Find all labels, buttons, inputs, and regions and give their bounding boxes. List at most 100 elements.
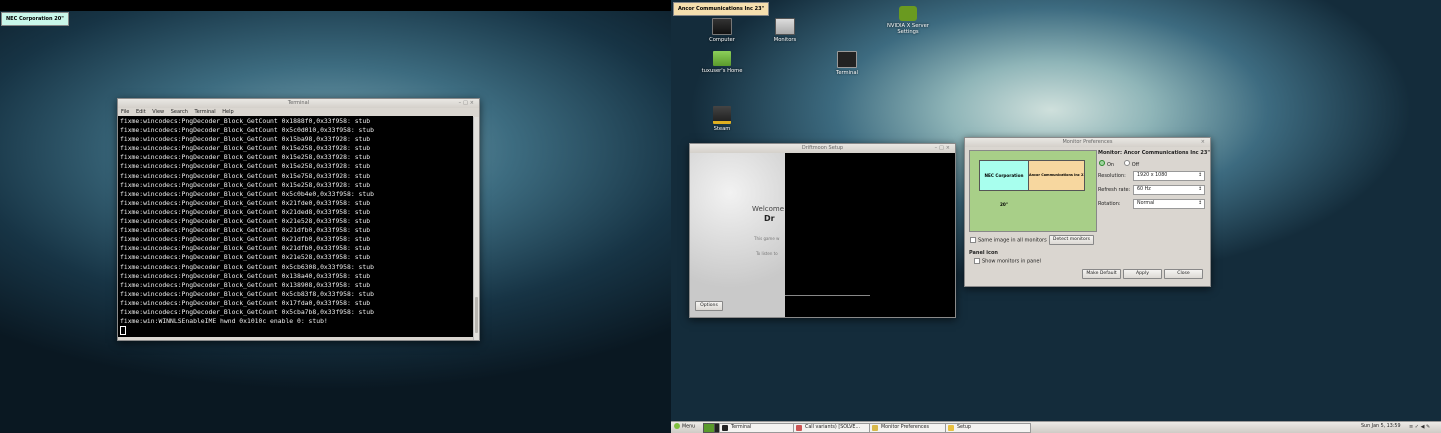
browser-task-icon [796, 425, 802, 431]
monitor-prefs-titlebar[interactable]: Monitor Preferences × [965, 138, 1210, 147]
driftmoon-title: Driftmoon Setup [801, 145, 844, 151]
spinner-icon: ↕ [1197, 187, 1202, 192]
driftmoon-black-area [785, 153, 955, 317]
close-icon[interactable]: × [1201, 139, 1207, 145]
terminal-icon [837, 51, 857, 68]
close-icon[interactable]: × [470, 100, 476, 106]
terminal-line: fixme:wincodecs:PngDecoder_Block_GetCoun… [120, 180, 371, 189]
menu-search[interactable]: Search [171, 109, 188, 115]
setup-task-icon [948, 425, 954, 431]
terminal-line: fixme:wincodecs:PngDecoder_Block_GetCoun… [120, 198, 371, 207]
terminal-titlebar[interactable]: Terminal –□× [118, 99, 479, 108]
make-default-button[interactable]: Make Default [1082, 269, 1121, 279]
off-radio[interactable]: Off [1123, 160, 1139, 168]
network-icon[interactable]: ≡ [1409, 424, 1413, 430]
clock[interactable]: Sun Jan 5, 13:59 [1361, 424, 1401, 429]
terminal-prompt-cursor[interactable] [120, 326, 471, 336]
spinner-icon: ↕ [1197, 173, 1202, 178]
tool-icon[interactable]: ✎ [1426, 424, 1430, 430]
desktop-icon-terminal[interactable]: Terminal [819, 51, 875, 76]
terminal-line: fixme:wincodecs:PngDecoder_Block_GetCoun… [120, 153, 371, 162]
window-controls[interactable]: × [1201, 138, 1207, 147]
maximize-icon[interactable]: □ [463, 100, 470, 106]
terminal-line: fixme:wincodecs:PngDecoder_Block_GetCoun… [120, 144, 371, 153]
terminal-line: fixme:wincodecs:PngDecoder_Block_GetCoun… [120, 235, 371, 244]
close-button[interactable]: Close [1164, 269, 1203, 279]
menu-edit[interactable]: Edit [136, 109, 146, 115]
window-controls[interactable]: –□× [935, 144, 952, 153]
window-controls[interactable]: –□× [459, 99, 476, 108]
driftmoon-brand-text: Dr [764, 214, 775, 223]
terminal-scrollbar[interactable] [473, 117, 479, 340]
nec-monitor-box[interactable]: NEC Corporation 20" [979, 160, 1029, 207]
nvidia-icon [899, 6, 917, 21]
panel-icon-heading: Panel icon [969, 250, 998, 256]
computer-icon [712, 18, 732, 35]
bottom-panel: Menu Terminal Call variants) [SOLVE... M… [671, 421, 1441, 433]
rotation-label: Rotation: [1098, 201, 1121, 207]
terminal-output[interactable]: fixme:wincodecs:PngDecoder_Block_GetCoun… [118, 116, 473, 337]
terminal-line: fixme:wincodecs:PngDecoder_Block_GetCoun… [120, 226, 371, 235]
volume-icon[interactable]: ◀ [1421, 424, 1425, 430]
driftmoon-info-line-2: To listen to [756, 251, 778, 256]
terminal-line: fixme:wincodecs:PngDecoder_Block_GetCoun… [120, 189, 374, 198]
monitor-preferences-window[interactable]: Monitor Preferences × NEC Corporation 20… [964, 137, 1211, 287]
desktop-icon-nvidia[interactable]: NVIDIA X Server Settings [880, 6, 936, 35]
terminal-line: fixme:wincodecs:PngDecoder_Block_GetCoun… [120, 207, 371, 216]
terminal-line: fixme:wincodecs:PngDecoder_Block_GetCoun… [120, 171, 371, 180]
menu-view[interactable]: View [152, 109, 164, 115]
terminal-line: fixme:win:WINNLSEnableIME hwnd 0x1010c e… [120, 317, 328, 326]
ancor-monitor-box[interactable]: Ancor Communications Inc 23" [1028, 160, 1085, 191]
ancor-monitor-label: Ancor Communications Inc 23" [673, 2, 770, 16]
menu-button[interactable]: Menu [674, 423, 695, 431]
terminal-line: fixme:wincodecs:PngDecoder_Block_GetCoun… [120, 307, 374, 316]
divider [785, 295, 870, 296]
terminal-line: fixme:wincodecs:PngDecoder_Block_GetCoun… [120, 217, 371, 226]
refresh-rate-select[interactable]: 60 Hz ↕ [1133, 185, 1205, 195]
power-radio-group: On Off [1099, 160, 1139, 168]
terminal-window[interactable]: Terminal –□× File Edit View Search Termi… [117, 98, 480, 341]
spinner-icon: ↕ [1197, 201, 1202, 206]
terminal-scrollbar-thumb[interactable] [475, 297, 478, 333]
menu-icon [674, 423, 680, 429]
resolution-select[interactable]: 1920 x 1080 ↕ [1133, 171, 1205, 181]
desktop-icon-home[interactable]: tuxuser's Home [694, 51, 750, 74]
terminal-line: fixme:wincodecs:PngDecoder_Block_GetCoun… [120, 262, 374, 271]
monitor-prefs-task-icon [872, 425, 878, 431]
menu-terminal[interactable]: Terminal [195, 109, 216, 115]
apply-button[interactable]: Apply [1123, 269, 1162, 279]
driftmoon-splash: Welcome Dr This game w To listen to Opti… [690, 153, 785, 317]
desktop-icon-computer[interactable]: Computer [694, 18, 750, 43]
close-icon[interactable]: × [946, 145, 952, 151]
detect-monitors-button[interactable]: Detect monitors [1049, 235, 1094, 245]
resolution-label: Resolution: [1098, 173, 1126, 179]
terminal-line: fixme:wincodecs:PngDecoder_Block_GetCoun… [120, 271, 371, 280]
desktop-icon-monitors[interactable]: Monitors [757, 18, 813, 43]
options-button[interactable]: Options [695, 301, 723, 311]
desktop-icon-steam[interactable]: Steam [694, 106, 750, 132]
driftmoon-setup-window[interactable]: Driftmoon Setup –□× Welcome Dr This game… [689, 143, 956, 318]
on-radio[interactable]: On [1099, 160, 1114, 168]
nec-monitor-label: NEC Corporation 20" [1, 12, 69, 26]
terminal-line: fixme:wincodecs:PngDecoder_Block_GetCoun… [120, 126, 374, 135]
terminal-line: fixme:wincodecs:PngDecoder_Block_GetCoun… [120, 117, 371, 125]
terminal-line: fixme:wincodecs:PngDecoder_Block_GetCoun… [120, 289, 374, 298]
terminal-title: Terminal [287, 100, 310, 106]
driftmoon-titlebar[interactable]: Driftmoon Setup –□× [690, 144, 955, 153]
monitor-layout-canvas[interactable]: NEC Corporation 20" Ancor Communications… [969, 150, 1097, 232]
show-monitors-checkbox[interactable]: Show monitors in panel [974, 258, 1041, 265]
welcome-text: Welcome [752, 205, 785, 213]
steam-icon [713, 106, 731, 124]
menu-help[interactable]: Help [222, 109, 233, 115]
refresh-rate-label: Refresh rate: [1098, 187, 1131, 193]
maximize-icon[interactable]: □ [939, 145, 946, 151]
rotation-select[interactable]: Normal ↕ [1133, 199, 1205, 209]
menu-file[interactable]: File [121, 109, 129, 115]
terminal-line: fixme:wincodecs:PngDecoder_Block_GetCoun… [120, 298, 371, 307]
same-image-checkbox[interactable]: Same image in all monitors [970, 237, 1047, 244]
check-icon[interactable]: ✓ [1415, 424, 1419, 430]
terminal-line: fixme:wincodecs:PngDecoder_Block_GetCoun… [120, 253, 371, 262]
selected-monitor-heading: Monitor: Ancor Communications Inc 23" [1098, 150, 1210, 156]
driftmoon-info-line-1: This game w [754, 236, 780, 241]
terminal-task-icon [722, 425, 728, 431]
